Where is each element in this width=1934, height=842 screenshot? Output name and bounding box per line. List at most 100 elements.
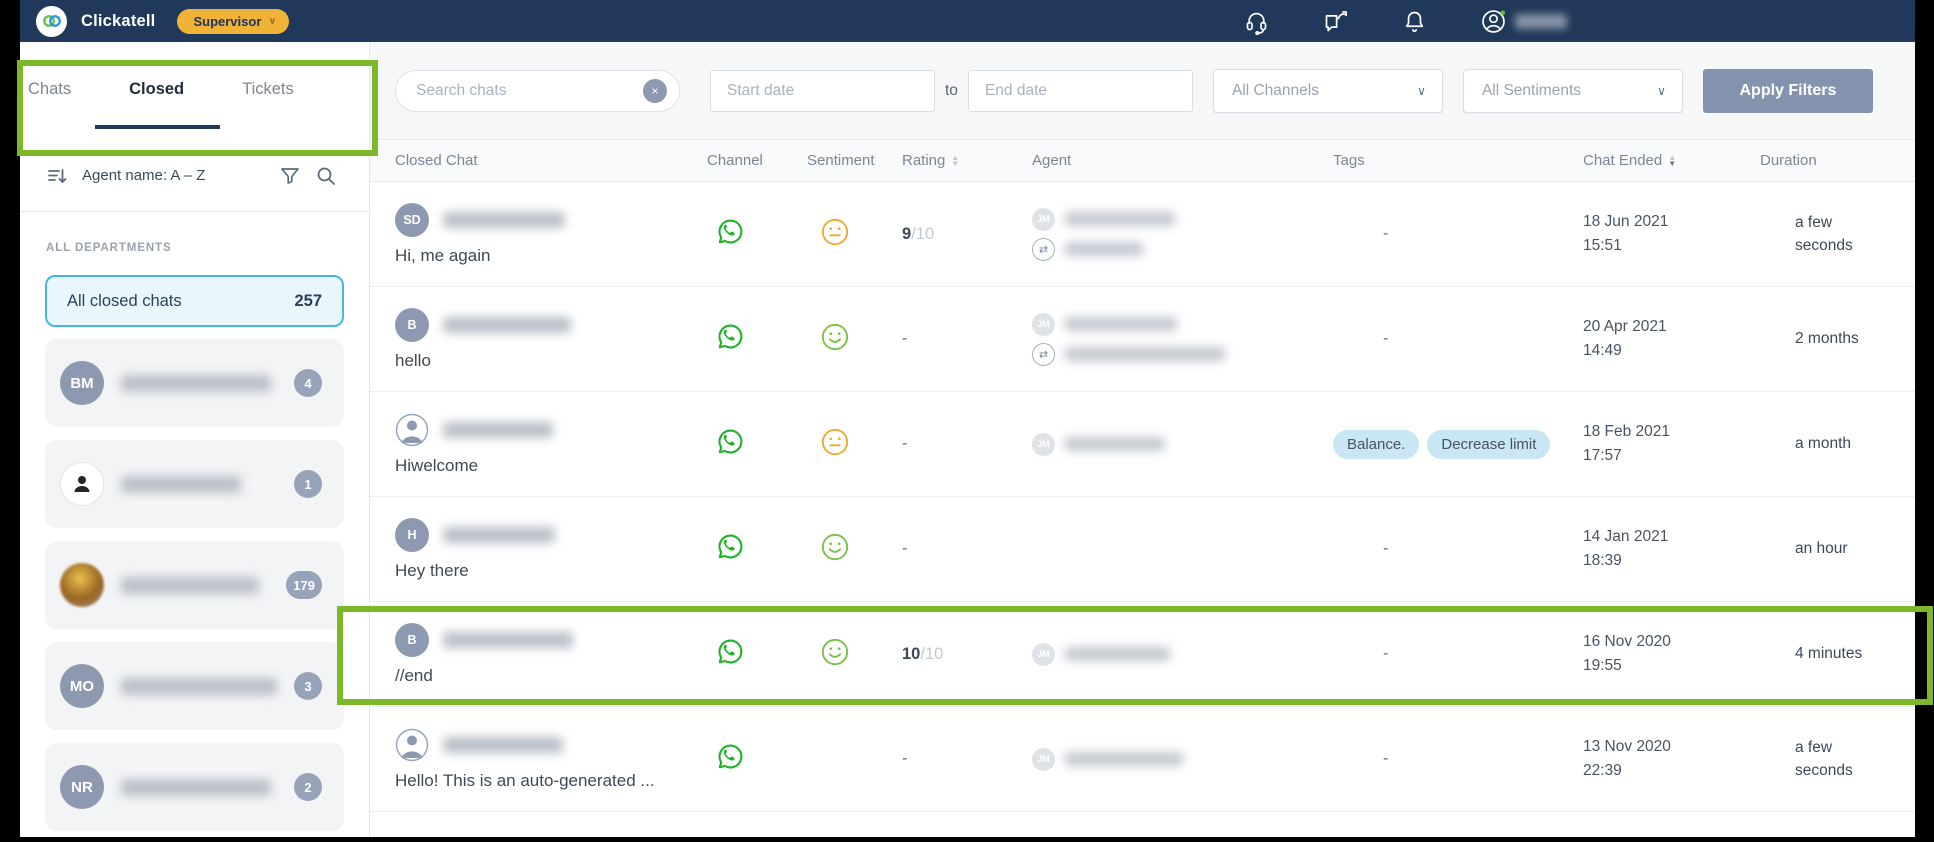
tab-chats[interactable]: Chats: [28, 50, 71, 133]
last-message-text: Hi, me again: [395, 246, 707, 266]
closed-chat-row[interactable]: B hello - JM⇄ - 20 Apr 202114:49 2 month…: [370, 287, 1915, 392]
chevron-down-icon: ∨: [1657, 84, 1666, 98]
rating-cell: -: [902, 540, 1017, 558]
rating-empty: -: [902, 435, 907, 452]
tag-pill: Balance.: [1333, 430, 1419, 459]
chat-ended-time: 19:55: [1583, 654, 1760, 678]
closed-chat-row[interactable]: SD Hi, me again 9/10 JM⇄ - 18 Jun 202115…: [370, 182, 1915, 287]
clear-search-icon[interactable]: ×: [643, 79, 667, 103]
sentiments-value: All Sentiments: [1482, 82, 1581, 100]
tab-strip: Chats Closed Tickets: [20, 42, 369, 140]
apply-filters-button[interactable]: Apply Filters: [1703, 69, 1873, 113]
chat-share-icon[interactable]: [1322, 8, 1349, 35]
closed-chat-row[interactable]: B //end 10/10 JM - 16 Nov 202019:55 4 mi…: [370, 602, 1915, 707]
all-closed-chats-item[interactable]: All closed chats 257: [45, 275, 344, 327]
sidebar-agent-item[interactable]: 179: [45, 541, 344, 629]
departments-section-label: ALL DEPARTMENTS: [46, 242, 369, 254]
channels-select[interactable]: All Channels ∨: [1213, 69, 1443, 113]
contact-avatar: SD: [395, 203, 429, 237]
date-range-to-label: to: [945, 82, 958, 100]
whatsapp-icon: [715, 321, 746, 352]
agent-name-redacted: [1065, 347, 1225, 361]
sentiment-neutral-icon: [820, 427, 850, 457]
channel-cell: [707, 426, 807, 462]
col-header-tags[interactable]: Tags: [1325, 152, 1583, 169]
start-date-field[interactable]: [710, 70, 935, 112]
sort-arrows-icon[interactable]: ▲▼: [951, 155, 959, 167]
sentiment-neutral-icon: [820, 217, 850, 247]
channel-cell: [707, 636, 807, 672]
closed-chat-row[interactable]: Hello! This is an auto-generated ... - J…: [370, 707, 1915, 812]
filter-bar: × to All Channels: [370, 42, 1915, 140]
top-bar: Clickatell Supervisor ∨: [20, 0, 1915, 42]
role-selector[interactable]: Supervisor ∨: [177, 9, 288, 34]
closed-chat-row[interactable]: H Hey there - - 14 Jan 202118:39 an hour: [370, 497, 1915, 602]
sort-arrows-icon[interactable]: ▲▼: [1668, 155, 1676, 167]
channels-value: All Channels: [1232, 82, 1319, 100]
sentiment-cell: [807, 427, 902, 462]
sentiments-select[interactable]: All Sentiments ∨: [1463, 69, 1683, 113]
col-header-duration[interactable]: Duration: [1760, 152, 1915, 169]
sentiment-cell: [807, 322, 902, 357]
chevron-down-icon: ∨: [1417, 84, 1426, 98]
role-label: Supervisor: [193, 14, 261, 29]
closed-chat-row[interactable]: Hiwelcome - JM Balance.Decrease limit 18…: [370, 392, 1915, 497]
chat-ended-cell: 18 Jun 202115:51: [1583, 210, 1760, 258]
headset-icon[interactable]: [1243, 8, 1270, 35]
end-date-field[interactable]: [968, 70, 1193, 112]
col-header-closed-chat[interactable]: Closed Chat: [395, 152, 707, 169]
agent-sort-row: Agent name: A – Z: [20, 140, 369, 212]
col-header-chat-ended[interactable]: Chat Ended ▲▼: [1583, 152, 1760, 169]
all-closed-label: All closed chats: [67, 292, 182, 311]
tags-empty: -: [1333, 330, 1388, 348]
last-message-text: //end: [395, 666, 707, 686]
agent-name-redacted: [121, 779, 271, 796]
rating-cell: 10/10: [902, 645, 1017, 664]
col-header-rating[interactable]: Rating ▲▼: [902, 152, 1017, 169]
sidebar-agent-item[interactable]: BM 4: [45, 339, 344, 427]
agent-cell: JM⇄: [1017, 313, 1325, 366]
tags-cell: -: [1325, 540, 1583, 558]
col-header-agent[interactable]: Agent: [1017, 152, 1325, 169]
whatsapp-icon: [715, 216, 746, 247]
agent-avatar: BM: [60, 361, 104, 405]
tab-closed[interactable]: Closed: [129, 50, 184, 133]
sentiment-cell: [807, 217, 902, 252]
end-date-input[interactable]: [985, 82, 1185, 100]
tab-tickets[interactable]: Tickets: [242, 50, 294, 133]
person-icon: [70, 472, 94, 496]
col-header-channel[interactable]: Channel: [707, 152, 807, 169]
tags-cell: Balance.Decrease limit: [1325, 430, 1583, 459]
agent-cell: JM: [1017, 748, 1325, 771]
tags-cell: -: [1325, 330, 1583, 348]
filter-funnel-icon[interactable]: [279, 165, 301, 187]
bell-icon[interactable]: [1401, 8, 1428, 35]
search-chats-field[interactable]: ×: [395, 70, 680, 112]
contact-name-redacted: [443, 212, 565, 228]
agent-name-redacted: [121, 577, 259, 594]
search-icon[interactable]: [315, 165, 337, 187]
last-message-text: Hello! This is an auto-generated ...: [395, 771, 707, 791]
clickatell-logo-icon: [36, 6, 67, 37]
last-message-text: hello: [395, 351, 707, 371]
chat-ended-cell: 16 Nov 202019:55: [1583, 630, 1760, 678]
sidebar-agent-item[interactable]: MO 3: [45, 642, 344, 730]
agent-assigned-line: JM: [1032, 313, 1325, 336]
channel-cell: [707, 216, 807, 252]
agent-mini-avatar: JM: [1032, 748, 1055, 771]
agent-cell: JM: [1017, 433, 1325, 456]
whatsapp-icon: [715, 531, 746, 562]
start-date-input[interactable]: [727, 82, 927, 100]
closed-chat-cell: Hello! This is an auto-generated ...: [395, 728, 707, 791]
sidebar-agent-item[interactable]: 1: [45, 440, 344, 528]
closed-chats-table: SD Hi, me again 9/10 JM⇄ - 18 Jun 202115…: [370, 182, 1915, 837]
chat-ended-cell: 20 Apr 202114:49: [1583, 315, 1760, 363]
sidebar-agent-item[interactable]: NR 2: [45, 743, 344, 831]
sort-icon[interactable]: [46, 165, 68, 187]
col-header-sentiment[interactable]: Sentiment: [807, 152, 902, 169]
user-menu[interactable]: [1480, 8, 1567, 35]
rating-cell: 9/10: [902, 225, 1017, 244]
agent-sort-label[interactable]: Agent name: A – Z: [82, 167, 205, 184]
agent-name-redacted: [121, 476, 241, 493]
search-chats-input[interactable]: [416, 82, 643, 100]
